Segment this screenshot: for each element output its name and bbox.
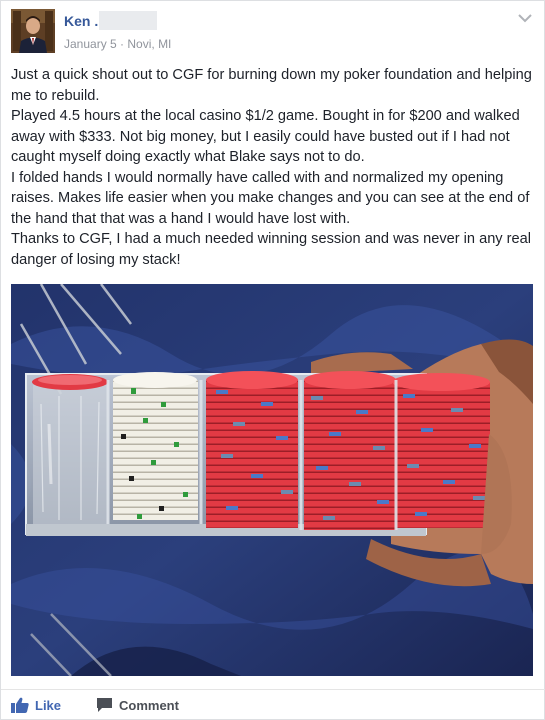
like-label: Like <box>35 697 62 713</box>
facebook-post: Ken . January 5 · Novi, MI Just a quick … <box>0 0 545 720</box>
speech-bubble-icon <box>97 698 112 712</box>
post-paragraph: Thanks to CGF, I had a much needed winni… <box>11 231 531 268</box>
post-actions-bar: Like Comment <box>1 689 545 720</box>
author-avatar[interactable] <box>11 9 55 53</box>
avatar-image <box>11 9 55 53</box>
post-photo[interactable] <box>11 284 533 676</box>
comment-button[interactable]: Comment <box>96 697 179 713</box>
post-date[interactable]: January 5 <box>64 37 117 51</box>
post-location[interactable]: Novi, MI <box>127 37 171 51</box>
post-paragraph: Just a quick shout out to CGF for burnin… <box>11 67 532 104</box>
post-body: Just a quick shout out to CGF for burnin… <box>11 65 539 270</box>
post-meta: January 5 · Novi, MI <box>64 37 171 51</box>
comment-label: Comment <box>119 697 179 713</box>
redacted-name-block <box>99 11 157 30</box>
post-paragraph: I folded hands I would normally have cal… <box>11 169 530 227</box>
post-paragraph: Played 4.5 hours at the local casino $1/… <box>11 108 520 165</box>
meta-separator: · <box>120 37 125 51</box>
thumbs-up-icon <box>11 697 29 713</box>
like-button[interactable]: Like <box>11 697 61 713</box>
author-name[interactable]: Ken . <box>64 13 98 29</box>
poker-chips-photo <box>11 284 533 676</box>
chevron-down-icon[interactable] <box>518 13 532 23</box>
